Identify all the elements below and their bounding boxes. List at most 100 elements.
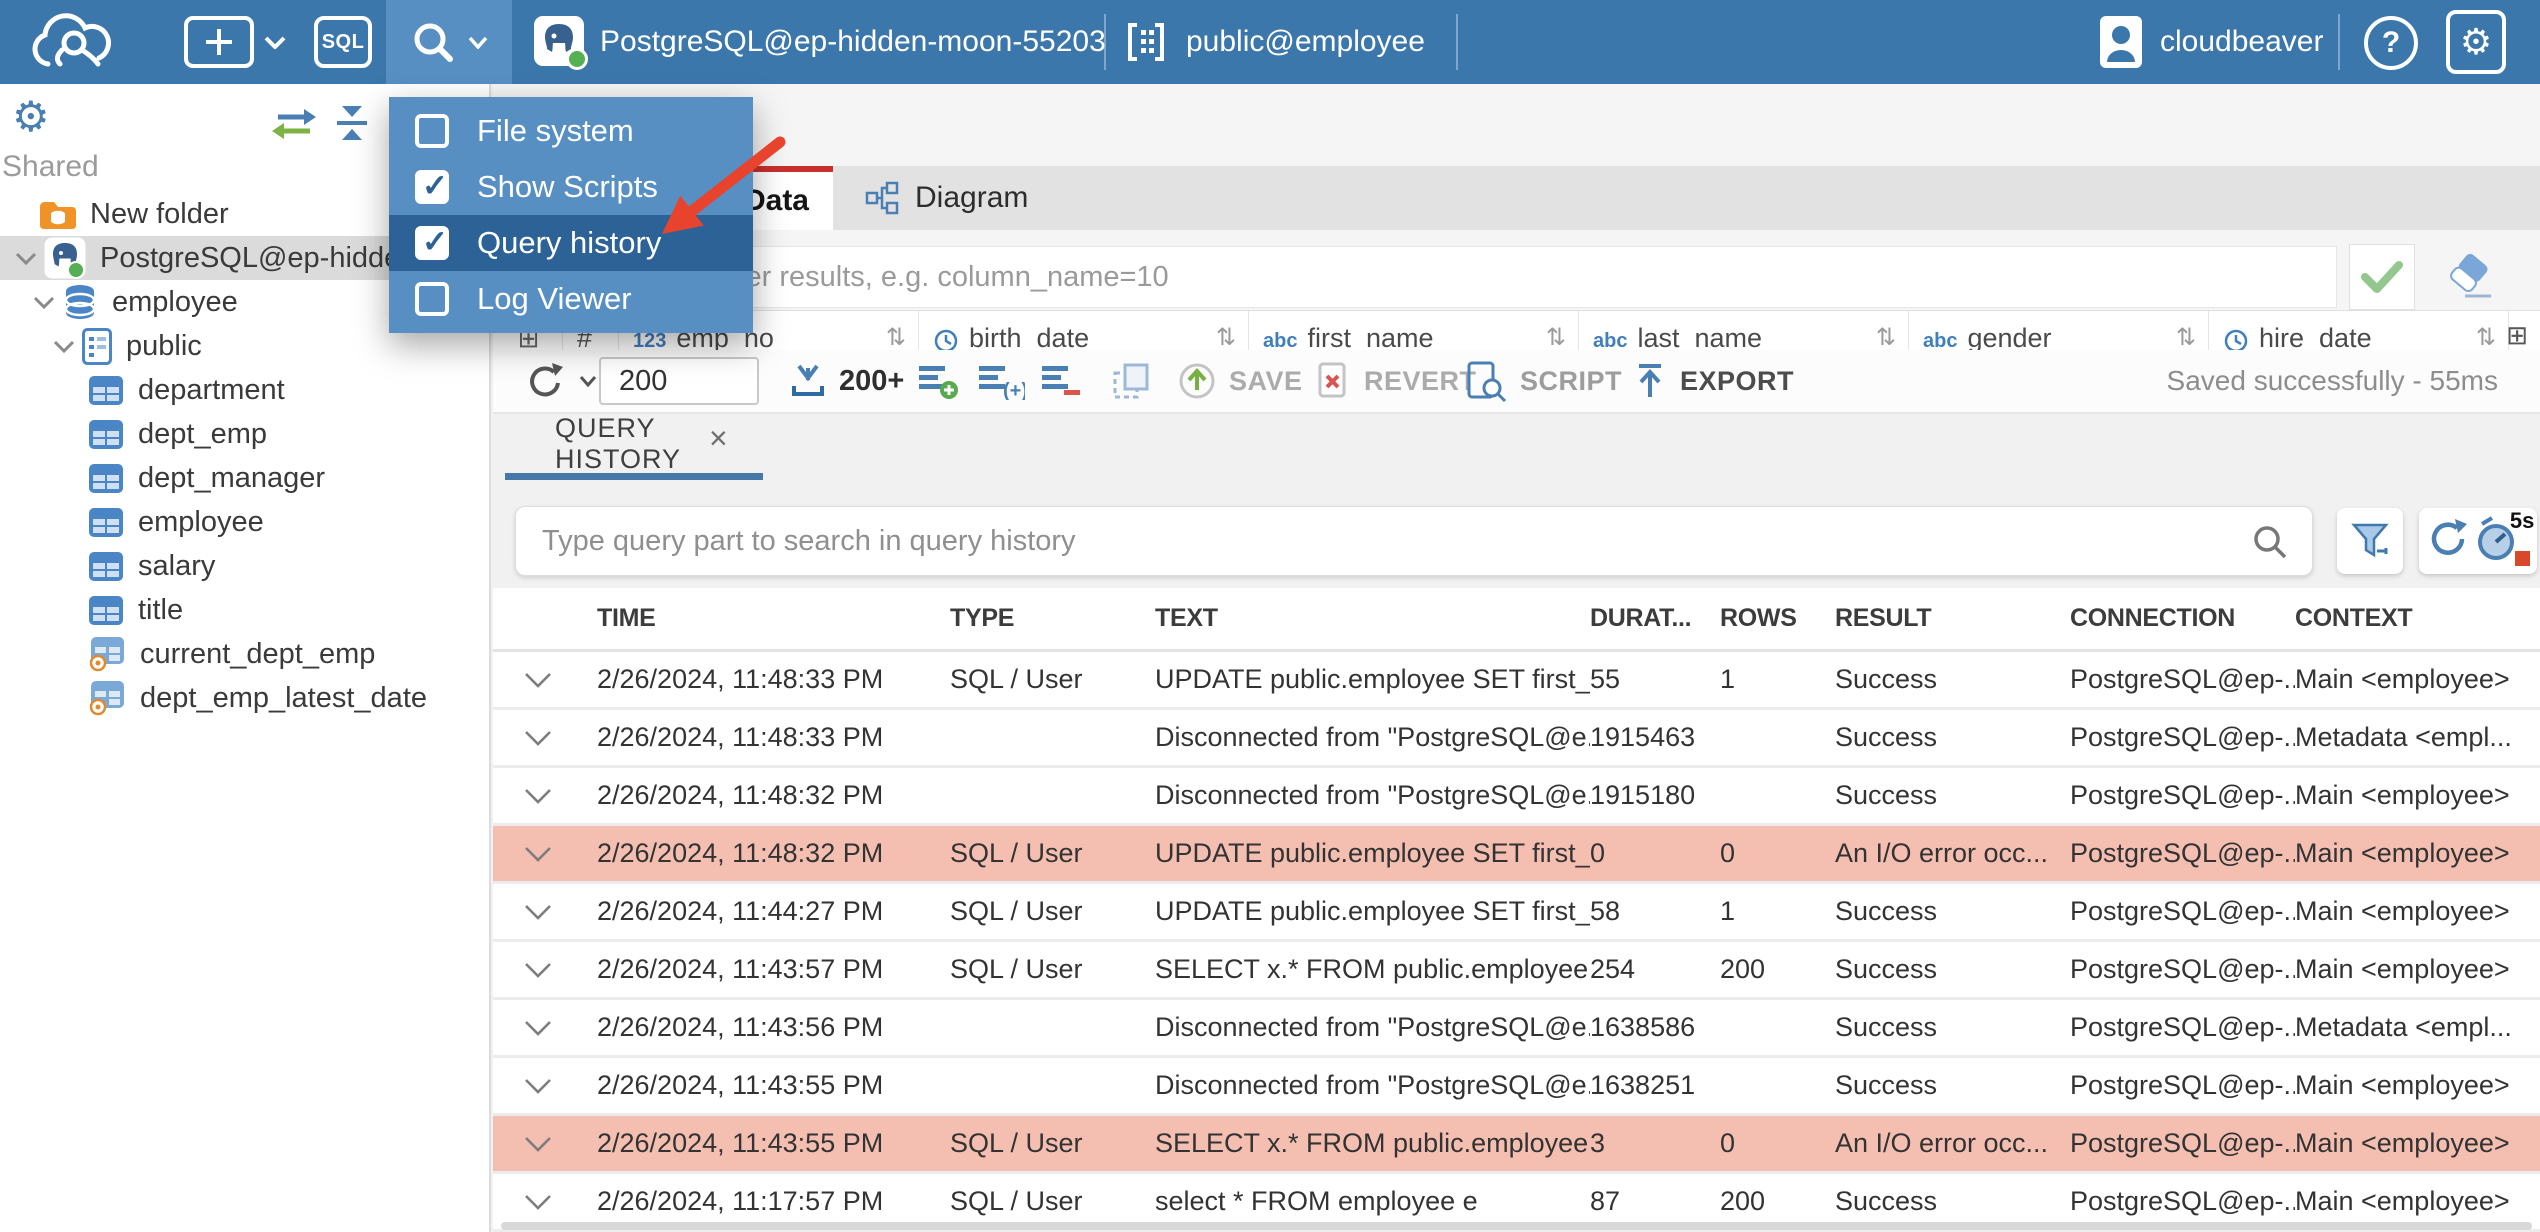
tree-item-table[interactable]: dept_emp [0, 412, 489, 456]
header-rows[interactable]: ROWS [1720, 604, 1835, 633]
save-button[interactable]: SAVE [1177, 350, 1303, 412]
grid-column-birth-date[interactable]: birth_date ⇅ [919, 311, 1249, 350]
clear-filter-button[interactable] [2441, 253, 2495, 305]
history-row[interactable]: 2/26/2024, 11:43:56 PM Disconnected from… [493, 1000, 2540, 1058]
sort-icon[interactable]: ⇅ [2476, 323, 2496, 350]
history-row[interactable]: 2/26/2024, 11:43:55 PM Disconnected from… [493, 1058, 2540, 1116]
tree-item-view[interactable]: current_dept_emp [0, 632, 489, 676]
history-filter-button[interactable] [2337, 508, 2403, 574]
history-row[interactable]: 2/26/2024, 11:48:32 PM Disconnected from… [493, 768, 2540, 826]
grid-column-hire-date[interactable]: hire_date ⇅ [2209, 311, 2509, 350]
row-expand-button[interactable] [493, 1020, 597, 1036]
duplicate-row-plus-button[interactable]: (+) [977, 350, 1025, 412]
cloudbeaver-logo-icon[interactable] [22, 0, 118, 84]
row-expand-button[interactable] [493, 1194, 597, 1210]
sort-icon[interactable]: ⇅ [2176, 323, 2196, 350]
tree-item-table[interactable]: department [0, 368, 489, 412]
tree-item-view[interactable]: dept_emp_latest_date [0, 676, 489, 720]
row-expand-button[interactable] [493, 1136, 597, 1152]
history-row[interactable]: 2/26/2024, 11:48:32 PM SQL / User UPDATE… [493, 826, 2540, 884]
sort-icon[interactable]: ⇅ [1876, 323, 1896, 350]
chevron-down-icon[interactable] [46, 340, 82, 353]
view-icon [88, 636, 126, 672]
revert-button[interactable]: REVERT [1314, 350, 1477, 412]
row-expand-button[interactable] [493, 1078, 597, 1094]
postgresql-connection-icon[interactable] [534, 16, 588, 70]
cell-rows: 1 [1720, 664, 1736, 694]
menu-item-show-scripts[interactable]: Show Scripts [389, 159, 753, 215]
history-row[interactable]: 2/26/2024, 11:43:57 PM SQL / User SELECT… [493, 942, 2540, 1000]
auto-refresh-timer-button[interactable]: 5s [2476, 508, 2534, 568]
tab-data-label: Data [743, 184, 809, 217]
apply-filter-button[interactable] [2349, 244, 2415, 310]
new-connection-chevron-icon[interactable] [264, 0, 286, 84]
horizontal-scrollbar[interactable] [501, 1222, 2532, 1230]
history-row[interactable]: 2/26/2024, 11:48:33 PM Disconnected from… [493, 710, 2540, 768]
history-row[interactable]: 2/26/2024, 11:44:27 PM SQL / User UPDATE… [493, 884, 2540, 942]
cell-connection: PostgreSQL@ep-... [2070, 1186, 2295, 1216]
user-avatar-icon[interactable] [2098, 0, 2144, 84]
fetch-more-button[interactable]: 200+ [789, 350, 904, 412]
add-row-button[interactable] [917, 350, 959, 412]
duplicate-button[interactable] [1111, 350, 1153, 412]
header-time[interactable]: TIME [597, 604, 950, 633]
schema-icon[interactable] [1124, 0, 1168, 84]
settings-button[interactable]: ⚙ [2446, 10, 2506, 74]
top-bar: SQL PostgreSQL@ep-hidden-moon-55203 publ… [0, 0, 2540, 84]
collapse-all-button[interactable] [332, 104, 372, 147]
row-expand-button[interactable] [493, 904, 597, 920]
row-expand-button[interactable] [493, 962, 597, 978]
cell-text: select * FROM employee e [1155, 1186, 1478, 1216]
date-type-icon [2224, 329, 2248, 350]
history-refresh-button[interactable] [2426, 517, 2470, 566]
header-connection[interactable]: CONNECTION [2070, 604, 2295, 633]
header-context[interactable]: CONTEXT [2295, 604, 2540, 633]
row-expand-button[interactable] [493, 730, 597, 746]
history-row[interactable]: 2/26/2024, 11:48:33 PM SQL / User UPDATE… [493, 652, 2540, 710]
sort-icon[interactable]: ⇅ [1216, 323, 1236, 350]
help-button[interactable]: ? [2364, 16, 2418, 70]
history-search-input[interactable] [515, 506, 2313, 576]
header-duration[interactable]: DURAT... [1590, 604, 1720, 633]
tree-item-table[interactable]: employee [0, 500, 489, 544]
grid-column-first-name[interactable]: abc first_name ⇅ [1249, 311, 1579, 350]
schema-breadcrumb[interactable]: public@employee [1186, 0, 1425, 84]
sidebar-settings-button[interactable]: ⚙ [12, 92, 50, 141]
sync-connection-button[interactable] [270, 104, 318, 147]
row-limit-input[interactable] [599, 357, 759, 405]
tree-item-table[interactable]: dept_manager [0, 456, 489, 500]
close-panel-button[interactable]: × [709, 422, 728, 454]
script-button[interactable]: SCRIPT [1464, 350, 1622, 412]
sort-icon[interactable]: ⇅ [886, 323, 906, 350]
cell-text: Disconnected from "PostgreSQL@e... [1155, 722, 1590, 752]
user-menu[interactable]: cloudbeaver [2160, 0, 2323, 84]
history-row[interactable]: 2/26/2024, 11:43:55 PM SQL / User SELECT… [493, 1116, 2540, 1174]
refresh-button[interactable] [523, 350, 597, 412]
checkbox-icon [415, 282, 449, 316]
row-expand-button[interactable] [493, 788, 597, 804]
menu-item-file-system[interactable]: File system [389, 103, 753, 159]
export-button[interactable]: EXPORT [1632, 350, 1794, 412]
header-text[interactable]: TEXT [1155, 604, 1590, 633]
tree-item-table[interactable]: title [0, 588, 489, 632]
menu-item-log-viewer[interactable]: Log Viewer [389, 271, 753, 327]
grid-column-gender[interactable]: abc gender ⇅ [1909, 311, 2209, 350]
tab-diagram[interactable]: Diagram [833, 166, 1060, 230]
tree-item-table[interactable]: salary [0, 544, 489, 588]
chevron-down-icon[interactable] [8, 252, 44, 265]
header-result[interactable]: RESULT [1835, 604, 2070, 633]
row-expand-button[interactable] [493, 672, 597, 688]
filter-expression-input[interactable] [513, 246, 2337, 308]
sort-icon[interactable]: ⇅ [1546, 323, 1566, 350]
connection-breadcrumb[interactable]: PostgreSQL@ep-hidden-moon-55203 [600, 0, 1106, 84]
header-type[interactable]: TYPE [950, 604, 1155, 633]
new-connection-button[interactable] [184, 16, 254, 68]
grid-column-last-name[interactable]: abc last_name ⇅ [1579, 311, 1909, 350]
menu-item-query-history[interactable]: Query history [389, 215, 753, 271]
sql-editor-button[interactable]: SQL [314, 16, 372, 68]
chevron-down-icon[interactable] [26, 296, 62, 309]
delete-row-button[interactable] [1040, 350, 1082, 412]
grid-column-picker-icon[interactable]: ⊞ [2506, 320, 2528, 351]
row-expand-button[interactable] [493, 846, 597, 862]
tools-menu-button[interactable] [386, 0, 512, 84]
